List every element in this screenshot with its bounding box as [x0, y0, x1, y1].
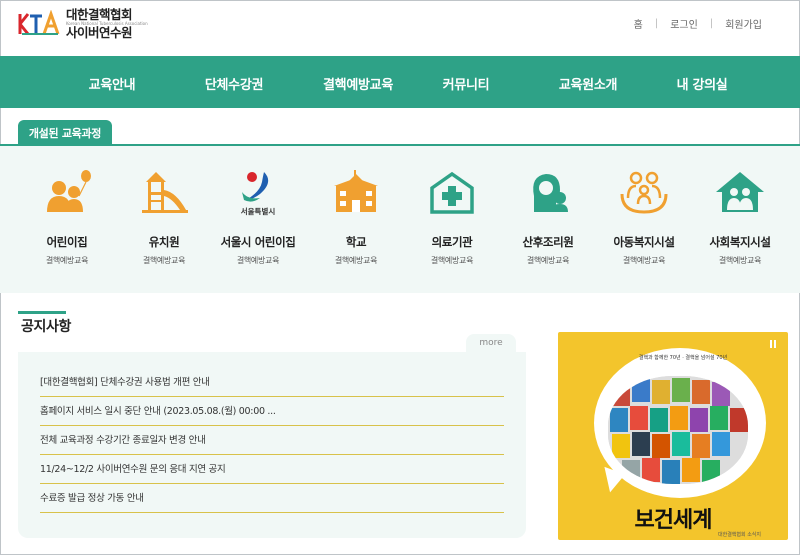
mother-baby-icon — [520, 168, 576, 218]
course-name: 서울시 어린이집 — [220, 235, 296, 249]
notice-item[interactable]: [대한결핵협회] 단체수강권 사용법 개편 안내 — [40, 368, 504, 397]
course-kindergarten[interactable]: 유치원 결핵예방교육 — [116, 168, 212, 266]
main-nav: 교육안내 단체수강권 결핵예방교육 커뮤니티 교육원소개 내 강의실 — [0, 56, 800, 108]
house-family-icon — [712, 168, 768, 218]
magazine-banner[interactable]: 결핵과 함께한 70년 · 결핵을 넘어설 70년 보건세계 대한결핵협회 소식… — [558, 332, 788, 540]
home-link[interactable]: 홈 — [634, 16, 643, 31]
separator: | — [654, 18, 659, 29]
nav-item-tb-prevention[interactable]: 결핵예방교육 — [303, 74, 413, 93]
course-desc: 결핵예방교육 — [45, 256, 89, 265]
signup-link[interactable]: 회원가입 — [725, 16, 762, 31]
notice-more-button[interactable]: more — [466, 334, 516, 352]
course-name: 어린이집 — [46, 235, 88, 249]
seoul-city-logo-icon: 서울특별시 — [230, 168, 286, 218]
playground-slide-icon — [136, 168, 192, 218]
login-link[interactable]: 로그인 — [670, 16, 698, 31]
course-desc: 결핵예방교육 — [236, 256, 280, 265]
course-desc: 결핵예방교육 — [526, 256, 570, 265]
course-daycare[interactable]: 어린이집 결핵예방교육 — [19, 168, 115, 266]
seoul-logo-text: 서울특별시 — [240, 206, 276, 216]
logo-line2: 사이버연수원 — [66, 25, 133, 40]
course-section-divider — [0, 144, 800, 146]
course-tab[interactable]: 개설된 교육과정 — [18, 120, 112, 145]
banner-foot-text: 대한결핵협회 소식지 — [718, 532, 761, 538]
kta-logo-icon — [18, 10, 60, 35]
course-medical[interactable]: 의료기관 결핵예방교육 — [404, 168, 500, 266]
nav-item-education-info[interactable]: 교육안내 — [62, 74, 162, 93]
family-care-icon — [616, 168, 672, 218]
course-name: 학교 — [345, 235, 367, 249]
course-desc: 결핵예방교육 — [622, 256, 666, 265]
site-header: 대한결핵협회 Korean National Tuberculosis Asso… — [0, 0, 800, 56]
notice-item[interactable]: 수료증 발급 정상 가동 안내 — [40, 484, 504, 513]
children-balloon-icon — [39, 168, 95, 218]
hospital-cross-icon — [424, 168, 480, 218]
utility-nav: 홈 | 로그인 | 회원가입 — [634, 16, 762, 31]
nav-item-community[interactable]: 커뮤니티 — [416, 74, 516, 93]
banner-title: 보건세계 — [634, 508, 713, 533]
course-name: 의료기관 — [431, 235, 473, 249]
pause-icon[interactable] — [770, 340, 776, 348]
notice-title: 공지사항 — [21, 319, 71, 335]
notice-item[interactable]: 11/24~12/2 사이버연수원 문의 응대 지연 공지 — [40, 455, 504, 484]
course-child-welfare[interactable]: 아동복지시설 결핵예방교육 — [596, 168, 692, 266]
course-name: 사회복지시설 — [709, 235, 771, 249]
course-seoul-daycare[interactable]: 서울특별시 서울시 어린이집 결핵예방교육 — [210, 168, 306, 266]
course-postpartum[interactable]: 산후조리원 결핵예방교육 — [500, 168, 596, 266]
nav-item-my-classroom[interactable]: 내 강의실 — [652, 74, 752, 93]
site-logo[interactable]: 대한결핵협회 Korean National Tuberculosis Asso… — [18, 7, 148, 40]
course-name: 유치원 — [148, 235, 180, 249]
nav-item-group-pass[interactable]: 단체수강권 — [184, 74, 284, 93]
school-building-icon — [328, 168, 384, 218]
notice-accent-bar — [18, 311, 66, 314]
logo-line1: 대한결핵협회 — [66, 7, 133, 22]
course-social-welfare[interactable]: 사회복지시설 결핵예방교육 — [692, 168, 788, 266]
course-desc: 결핵예방교육 — [334, 256, 378, 265]
magazine-covers-image — [608, 376, 748, 484]
nav-item-about[interactable]: 교육원소개 — [538, 74, 638, 93]
course-desc: 결핵예방교육 — [430, 256, 474, 265]
course-school[interactable]: 학교 결핵예방교육 — [308, 168, 404, 266]
course-desc: 결핵예방교육 — [142, 256, 186, 265]
course-name: 산후조리원 — [522, 235, 574, 249]
separator: | — [709, 18, 714, 29]
course-desc: 결핵예방교육 — [718, 256, 762, 265]
course-name: 아동복지시설 — [613, 235, 675, 249]
notice-item[interactable]: 홈페이지 서비스 일시 중단 안내 (2023.05.08.(월) 00:00 … — [40, 397, 504, 426]
banner-top-text: 결핵과 함께한 70년 · 결핵을 넘어설 70년 — [638, 355, 728, 361]
notice-item[interactable]: 전체 교육과정 수강기간 종료일자 변경 안내 — [40, 426, 504, 455]
